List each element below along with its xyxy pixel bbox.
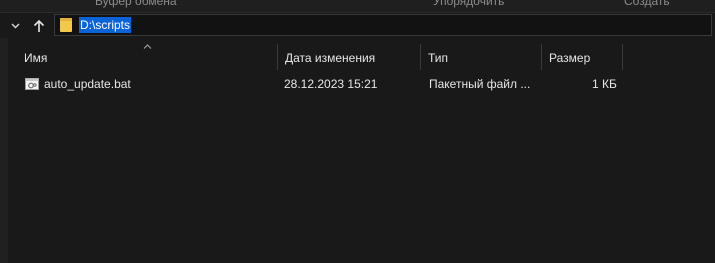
ribbon-group-organize: Упорядочить (433, 0, 505, 8)
column-header-name-label: Имя (24, 51, 48, 65)
ribbon-group-create: Создать (624, 0, 670, 8)
file-list: Имя Дата изменения Тип Размер auto_updat… (0, 38, 715, 263)
column-header-date[interactable]: Дата изменения (278, 44, 420, 72)
column-header-size[interactable]: Размер (542, 44, 622, 72)
column-header-type-label: Тип (428, 51, 449, 65)
folder-icon (59, 18, 73, 32)
address-path-input[interactable]: D:\scripts (79, 17, 132, 33)
address-bar[interactable]: D:\scripts (54, 14, 712, 36)
file-type: Пакетный файл ... (429, 77, 531, 91)
ribbon-group-clipboard: Буфер обмена (95, 0, 177, 8)
file-row[interactable]: auto_update.bat 28.12.2023 15:21 Пакетны… (18, 73, 630, 95)
chevron-down-icon (11, 23, 20, 29)
file-size: 1 КБ (592, 77, 617, 91)
file-name: auto_update.bat (44, 77, 131, 91)
column-header-name[interactable]: Имя (17, 44, 277, 72)
column-header-size-label: Размер (549, 51, 591, 65)
up-button[interactable] (30, 13, 48, 38)
navigation-bar: D:\scripts (0, 13, 715, 38)
navigation-pane-edge (0, 38, 8, 263)
arrow-up-icon (33, 19, 45, 33)
ribbon-group-labels: Буфер обмена Упорядочить Создать (0, 0, 715, 13)
recent-locations-button[interactable] (6, 13, 24, 38)
column-header-date-label: Дата изменения (285, 51, 376, 65)
column-header-type[interactable]: Тип (421, 44, 541, 72)
batch-file-icon (25, 77, 39, 91)
file-date: 28.12.2023 15:21 (284, 77, 378, 91)
column-divider[interactable] (622, 44, 623, 70)
